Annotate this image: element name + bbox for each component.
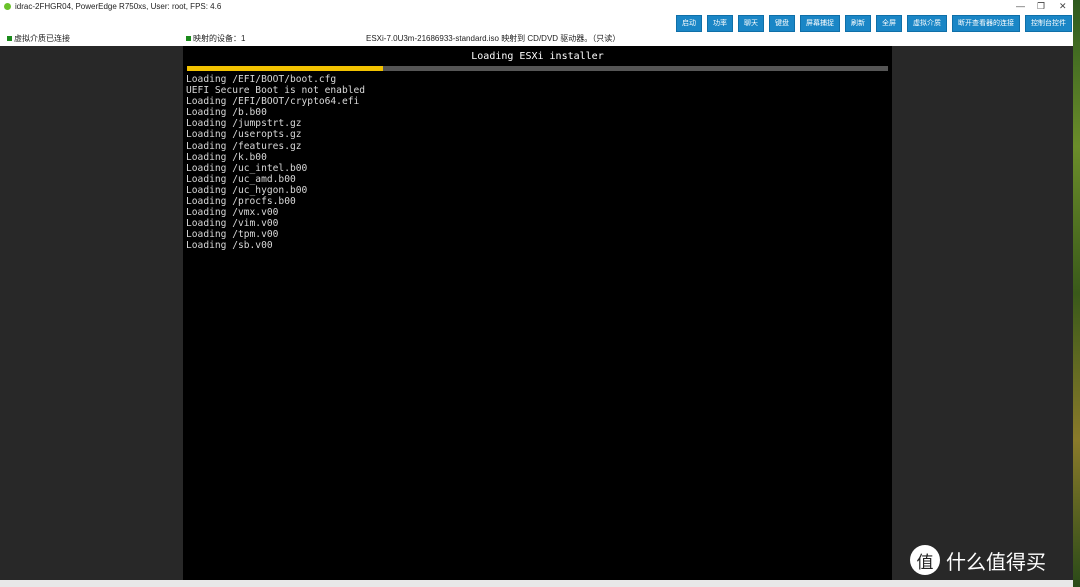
toolbar: 启动 功率 聊天 键盘 屏幕捕捉 刷新 全屏 虚拟介质 断开查看器的连接 控制台控件 [676,15,1072,32]
console-output: Loading /EFI/BOOT/boot.cfg UEFI Secure Bo… [186,74,365,252]
progress-fill [187,66,384,71]
console-line: Loading /procfs.b00 [186,196,296,208]
toolbar-button-9[interactable]: 控制台控件 [1025,15,1072,32]
console-line: Loading /EFI/BOOT/crypto64.efi [186,96,360,108]
title-bar: idrac-2FHGR04, PowerEdge R750xs, User: r… [0,0,1073,14]
console-line: Loading /sb.v00 [186,240,273,252]
console-line: Loading /uc_amd.b00 [186,173,296,185]
console-line: Loading /vim.v00 [186,218,279,230]
toolbar-button-4[interactable]: 屏幕捕捉 [800,15,840,32]
watermark-icon: 值 [910,545,940,575]
close-button[interactable]: ✕ [1059,1,1067,12]
toolbar-button-6[interactable]: 全屏 [876,15,902,32]
minimize-button[interactable]: — [1016,1,1025,11]
remote-console[interactable]: Loading ESXi installer Loading /EFI/BOOT… [183,46,892,580]
console-line: Loading /EFI/BOOT/boot.cfg [186,74,337,85]
status-ok-icon [7,36,12,41]
toolbar-button-2[interactable]: 聊天 [738,15,764,32]
mapped-devices-status: 映射的设备：1 [186,33,245,44]
toolbar-button-3[interactable]: 键盘 [769,15,795,32]
toolbar-button-1[interactable]: 功率 [707,15,733,32]
console-line: UEFI Secure Boot is not enabled [186,85,366,97]
installer-title: Loading ESXi installer [471,51,604,62]
console-line: Loading /features.gz [186,140,302,152]
watermark-text: 什么值得买 [946,551,1046,574]
status-ok-icon [186,36,191,41]
app-icon [4,3,11,10]
vmedia-status: 虚拟介质已连接 [7,33,70,44]
window-title: idrac-2FHGR04, PowerEdge R750xs, User: r… [15,2,222,11]
restore-button[interactable]: ❐ [1037,1,1045,12]
console-line: Loading /vmx.v00 [186,207,279,219]
toolbar-button-0[interactable]: 启动 [676,15,702,32]
toolbar-button-5[interactable]: 刷新 [845,15,871,32]
console-line: Loading /tpm.v00 [186,229,279,241]
console-line: Loading /k.b00 [186,151,267,163]
watermark-logo: 值 什么值得买 [910,545,1046,575]
mapped-devices-label: 映射的设备：1 [193,34,246,43]
console-line: Loading /jumpstrt.gz [186,118,302,130]
progress-bar [187,66,888,71]
desktop-edge [1073,0,1080,587]
bottom-bar [0,580,1073,587]
console-line: Loading /uc_hygon.b00 [186,184,308,196]
vmedia-status-label: 虚拟介质已连接 [14,34,70,43]
iso-status: ESXi-7.0U3m-21686933-standard.iso 映射到 CD… [366,34,621,43]
console-line: Loading /b.b00 [186,107,267,119]
toolbar-button-8[interactable]: 断开查看器的连接 [952,15,1020,32]
console-line: Loading /uc_intel.b00 [186,162,308,174]
console-line: Loading /useropts.gz [186,129,302,141]
toolbar-button-7[interactable]: 虚拟介质 [907,15,947,32]
